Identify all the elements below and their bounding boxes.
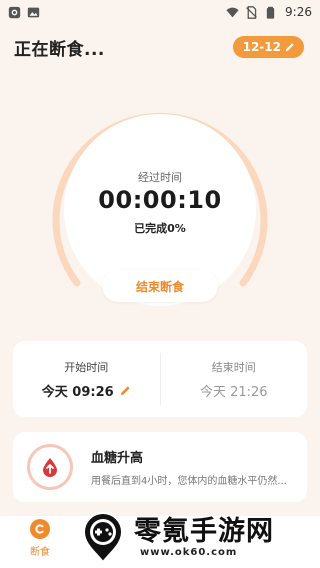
glucose-text: 血糖升高 用餐后直到4小时，您体内的血糖水平仍然... [91,447,287,487]
no-sim-icon [246,5,257,19]
tab-fasting[interactable]: 断食 [24,519,56,565]
status-left [8,6,40,19]
fasting-tab-label: 断食 [30,547,50,558]
battery-icon [266,6,275,19]
elapsed-time: 00:00:10 [98,186,222,214]
start-time-section: 开始时间 今天 09:26 [13,341,160,417]
start-time-value: 今天 09:26 [41,384,114,400]
settings-icon [8,6,21,18]
watermark: 零氪手游网 www.ok60.com [76,506,312,568]
end-time-label: 结束时间 [211,360,256,374]
status-time: 9:26 [285,5,312,19]
start-time-label: 开始时间 [64,360,109,374]
page-title: 正在断食... [14,39,105,60]
date-badge-label: 12-12 [242,40,281,54]
timer-area: 经过时间 00:00:10 已完成0% 结束断食 [0,96,320,316]
watermark-text: 零氪手游网 www.ok60.com [134,515,274,558]
glucose-card[interactable]: 血糖升高 用餐后直到4小时，您体内的血糖水平仍然... [13,432,307,502]
wifi-icon [226,7,239,17]
blood-drop-icon [27,444,73,490]
date-badge[interactable]: 12-12 [232,36,304,58]
image-icon [27,7,40,17]
header: 正在断食... 12-12 [14,34,304,60]
glucose-title: 血糖升高 [91,451,144,466]
start-time-row[interactable]: 今天 09:26 [42,381,131,400]
end-fast-button[interactable]: 结束断食 [102,270,218,302]
glucose-description: 用餐后直到4小时，您体内的血糖水平仍然... [91,476,287,487]
fasting-tab-icon [30,519,50,539]
pencil-icon[interactable] [120,385,131,396]
pencil-icon [285,43,294,52]
time-card: 开始时间 今天 09:26 结束时间 今天 21:26 [13,341,307,417]
end-time-value: 今天 21:26 [199,384,268,400]
watermark-title: 零氪手游网 [134,515,274,547]
watermark-url: www.ok60.com [140,546,238,558]
progress-text: 已完成0% [134,222,186,235]
gamepad-pin-icon [82,512,124,564]
status-right: 9:26 [226,5,312,19]
end-time-section: 结束时间 今天 21:26 [161,341,308,417]
status-bar: 9:26 [0,0,320,24]
elapsed-label: 经过时间 [138,171,182,184]
